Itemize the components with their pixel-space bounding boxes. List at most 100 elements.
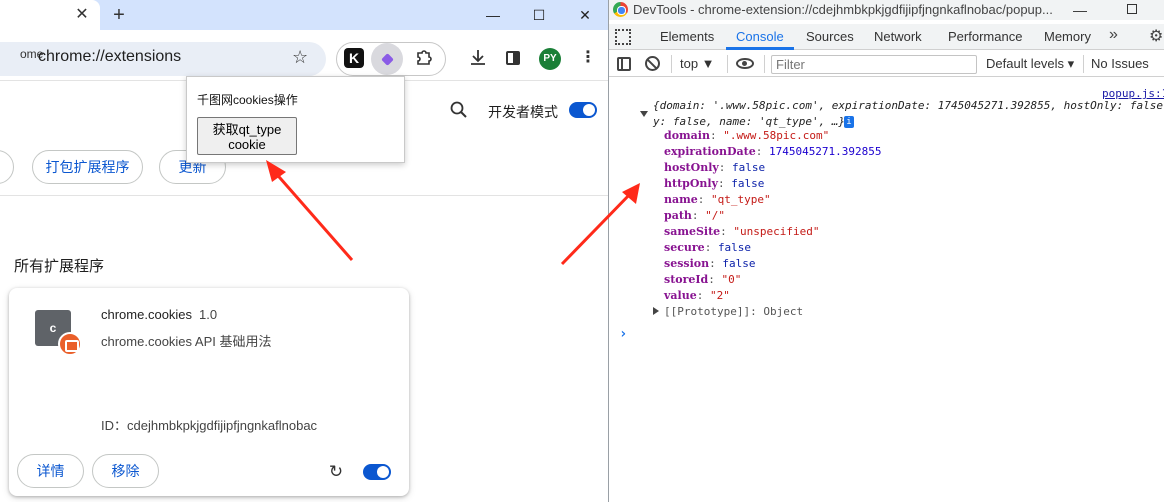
property-row-path[interactable]: path: "/" — [664, 209, 725, 222]
property-value: "2" — [709, 289, 730, 302]
tab-close-icon[interactable]: ✕ — [72, 5, 92, 25]
pack-extension-button[interactable]: 打包扩展程序 — [32, 150, 143, 184]
property-value: "/" — [705, 209, 726, 222]
tab-strip: ✕ + — ☐ ✕ — [0, 0, 608, 30]
issues-counter[interactable]: No Issues — [1091, 56, 1149, 71]
prototype-expand-icon[interactable] — [653, 307, 659, 315]
prototype-row[interactable]: [[Prototype]]: Object — [664, 305, 803, 318]
side-panel-icon[interactable] — [506, 51, 520, 65]
info-icon[interactable]: i — [844, 116, 854, 128]
get-cookie-button[interactable]: 获取qt_type cookie — [197, 117, 297, 155]
minimize-button[interactable]: — — [476, 3, 510, 27]
property-row-storeId[interactable]: storeId: "0" — [664, 273, 741, 286]
property-key: session — [664, 257, 710, 270]
property-row-name[interactable]: name: "qt_type" — [664, 193, 771, 206]
load-unpacked-button[interactable] — [0, 150, 14, 184]
expand-arrow-icon[interactable] — [640, 111, 648, 117]
clear-console-icon[interactable] — [645, 56, 660, 71]
extension-popup: 千图网cookies操作 获取qt_type cookie — [186, 76, 405, 163]
property-key: expirationDate — [664, 145, 756, 158]
property-row-domain[interactable]: domain: ".www.58pic.com" — [664, 129, 829, 142]
active-tab-underline — [726, 47, 794, 50]
get-cookie-button-line1: 获取qt_type — [212, 122, 282, 137]
property-value: 1745045271.392855 — [768, 145, 882, 158]
toolbar-separator — [1083, 55, 1084, 73]
chrome-logo-icon — [613, 2, 628, 17]
browser-toolbar: ome chrome://extensions ☆ K PY ⋮ — [0, 30, 608, 80]
live-expression-eye-icon[interactable] — [736, 58, 754, 69]
devtools-minimize-button[interactable]: — — [1073, 2, 1087, 18]
property-row-secure[interactable]: secure: false — [664, 241, 751, 254]
property-value: "0" — [721, 273, 742, 286]
tab-extensions[interactable]: ✕ — [0, 0, 100, 30]
object-summary-line2[interactable]: y: false, name: 'qt_type', …} — [653, 115, 845, 128]
tab-performance[interactable]: Performance — [948, 29, 1022, 44]
inspect-element-icon[interactable] — [615, 29, 631, 45]
star-icon[interactable]: ☆ — [292, 47, 308, 68]
console-prompt-icon[interactable]: › — [619, 326, 627, 342]
property-value: "qt_type" — [711, 193, 771, 206]
devtools-maximize-button[interactable] — [1127, 4, 1137, 14]
property-value: false — [732, 161, 766, 174]
property-key: value — [664, 289, 697, 302]
tab-memory[interactable]: Memory — [1044, 29, 1091, 44]
menu-icon[interactable]: ⋮ — [580, 47, 596, 69]
developer-mode-label: 开发者模式 — [488, 104, 558, 120]
new-tab-button[interactable]: + — [108, 4, 130, 26]
property-value: false — [722, 257, 756, 270]
devtools-window: DevTools - chrome-extension://cdejhmbkpk… — [609, 0, 1164, 502]
gear-icon[interactable]: ⚙ — [1149, 26, 1163, 46]
details-button[interactable]: 详情 — [17, 454, 84, 488]
tab-sources[interactable]: Sources — [806, 29, 854, 44]
console-sidebar-icon[interactable] — [617, 57, 631, 71]
property-key: httpOnly — [664, 177, 719, 190]
tab-console[interactable]: Console — [736, 29, 784, 44]
more-tabs-icon[interactable]: » — [1109, 26, 1118, 44]
property-row-httpOnly[interactable]: httpOnly: false — [664, 177, 764, 190]
property-row-value[interactable]: value: "2" — [664, 289, 730, 302]
property-row-sameSite[interactable]: sameSite: "unspecified" — [664, 225, 820, 238]
property-value: "unspecified" — [733, 225, 820, 238]
property-key: hostOnly — [664, 161, 719, 174]
tab-network[interactable]: Network — [874, 29, 922, 44]
puzzle-icon[interactable] — [414, 48, 434, 68]
download-icon[interactable] — [468, 47, 488, 69]
extension-enabled-toggle[interactable] — [363, 464, 391, 480]
property-key: path — [664, 209, 692, 222]
property-key: name — [664, 193, 698, 206]
close-button[interactable]: ✕ — [568, 3, 602, 27]
omnibox-url[interactable]: chrome://extensions — [38, 48, 181, 66]
avatar[interactable]: PY — [539, 48, 561, 70]
property-key: sameSite — [664, 225, 721, 238]
search-icon[interactable] — [449, 100, 469, 120]
all-extensions-title: 所有扩展程序 — [14, 258, 105, 275]
log-levels-dropdown[interactable]: Default levels ▾ — [986, 56, 1074, 72]
devtools-titlebar: DevTools - chrome-extension://cdejhmbkpk… — [609, 0, 1164, 20]
maximize-button[interactable]: ☐ — [522, 3, 556, 27]
toolbar-separator — [671, 55, 672, 73]
page-divider — [0, 195, 608, 196]
k-extension-icon[interactable]: K — [344, 48, 364, 68]
property-value: false — [731, 177, 765, 190]
extension-id: ID：cdejhmbkpkjgdfijipfjngnkaflnobac — [101, 418, 318, 433]
devtools-tab-bar: Elements Console Sources Network Perform… — [609, 24, 1164, 50]
property-row-expirationDate[interactable]: expirationDate: 1745045271.392855 — [664, 145, 882, 158]
property-row-session[interactable]: session: false — [664, 257, 755, 270]
reload-icon[interactable]: ↻ — [327, 463, 345, 481]
developer-mode-toggle[interactable] — [569, 102, 597, 118]
property-row-hostOnly[interactable]: hostOnly: false — [664, 161, 765, 174]
console-toolbar: top ▼ Filter Default levels ▾ No Issues — [609, 51, 1164, 77]
get-cookie-button-line2: cookie — [228, 137, 266, 152]
property-value: ".www.58pic.com" — [723, 129, 830, 142]
console-filter-input[interactable]: Filter — [771, 55, 977, 74]
property-value: false — [717, 241, 752, 254]
toolbar-separator — [727, 55, 728, 73]
extension-badge-icon — [58, 332, 82, 356]
tab-elements[interactable]: Elements — [660, 29, 714, 44]
chrome-window: ✕ + — ☐ ✕ ome chrome://extensions ☆ K PY… — [0, 0, 608, 502]
object-summary-line1[interactable]: {domain: '.www.58pic.com', expirationDat… — [653, 99, 1164, 112]
devtools-window-title: DevTools - chrome-extension://cdejhmbkpk… — [633, 2, 1053, 17]
context-selector[interactable]: top ▼ — [680, 56, 715, 71]
remove-button[interactable]: 移除 — [92, 454, 159, 488]
extension-description: chrome.cookies API 基础用法 — [101, 334, 272, 349]
